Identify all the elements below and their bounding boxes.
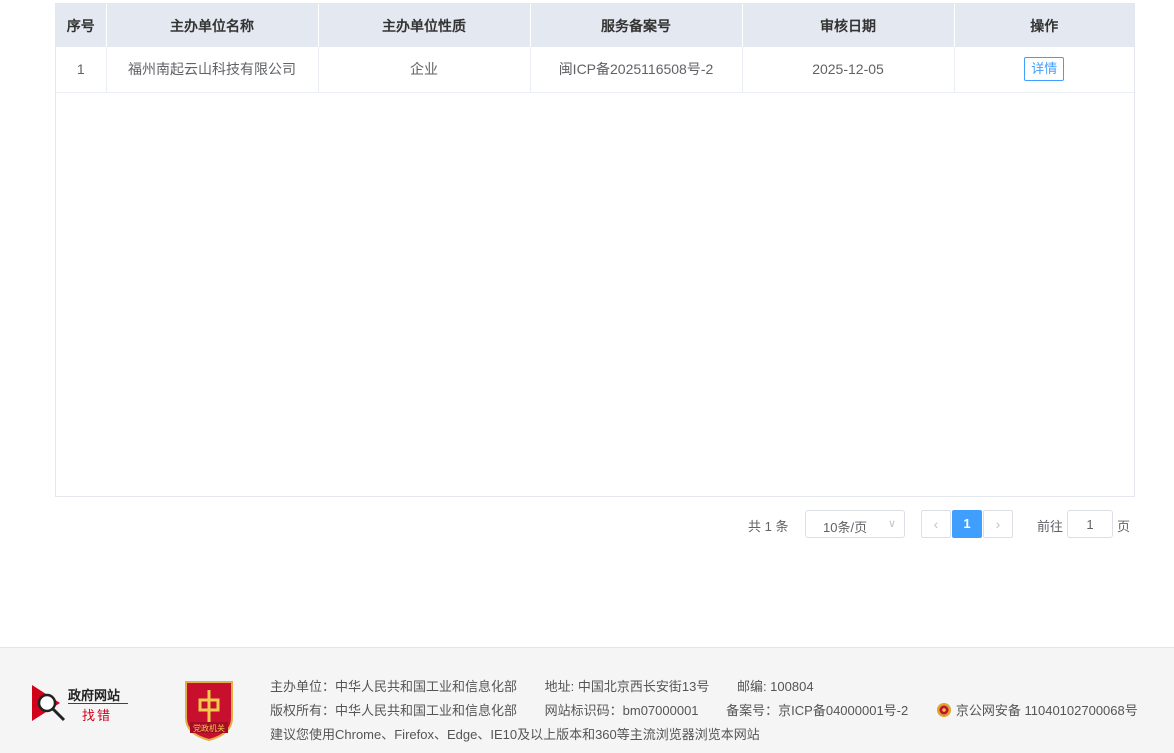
chevron-down-icon: ∨ — [887, 518, 896, 530]
goto-suffix: 页 — [1117, 519, 1131, 534]
cell-action: 详情 — [954, 47, 1134, 93]
police-badge-icon — [936, 703, 951, 717]
page-1-button[interactable]: 1 — [952, 510, 982, 538]
col-header-name: 主办单位名称 — [106, 4, 319, 47]
page-size-value: 10条/页 — [823, 520, 868, 535]
col-header-action: 操作 — [954, 4, 1134, 47]
footer-police-record[interactable]: 京公网安备 11040102700068号 — [936, 703, 1162, 718]
footer-line-1: 主办单位：中华人民共和国工业和信息化部 地址: 中国北京西长安街13号 邮编: … — [270, 676, 838, 695]
table-header-row: 序号 主办单位名称 主办单位性质 服务备案号 审核日期 操作 — [56, 4, 1134, 47]
filing-table-grid: 序号 主办单位名称 主办单位性质 服务备案号 审核日期 操作 1 福州南起云山科… — [56, 4, 1134, 93]
col-header-record-no: 服务备案号 — [530, 4, 743, 47]
emblem-icon: 党政机关 — [185, 681, 233, 742]
gov-logo-subtitle: 找错 — [82, 708, 113, 723]
pagination-total: 共 1 条 — [748, 519, 789, 534]
chevron-right-icon: › — [995, 516, 1001, 532]
chevron-left-icon: ‹ — [933, 516, 939, 532]
col-header-date: 审核日期 — [742, 4, 955, 47]
party-gov-emblem[interactable]: 党政机关 — [182, 678, 236, 742]
footer-copyright: 版权所有：中华人民共和国工业和信息化部 — [270, 703, 518, 718]
cell-record-no: 闽ICP备2025116508号-2 — [530, 47, 743, 93]
detail-button[interactable]: 详情 — [1024, 57, 1065, 82]
col-header-nature: 主办单位性质 — [318, 4, 531, 47]
cell-nature: 企业 — [318, 47, 531, 93]
footer-police-text: 京公网安备 11040102700068号 — [955, 703, 1138, 718]
prev-page-button[interactable]: ‹ — [921, 510, 951, 538]
gov-logo-divider — [68, 703, 128, 704]
goto-label: 前往 — [1037, 519, 1064, 534]
footer-postcode: 邮编: 100804 — [736, 679, 814, 694]
footer-icp[interactable]: 备案号：京ICP备04000001号-2 — [726, 703, 908, 718]
pagination: 共 1 条 10条/页 ∨ ‹ 1 › 前往 页 — [0, 510, 1174, 538]
emblem-text: 党政机关 — [193, 723, 225, 733]
cell-index: 1 — [56, 47, 107, 93]
cell-name: 福州南起云山科技有限公司 — [106, 47, 319, 93]
footer-line-3: 建议您使用Chrome、Firefox、Edge、IE10及以上版本和360等主… — [270, 727, 760, 742]
page-size-select[interactable]: 10条/页 ∨ — [805, 510, 905, 538]
col-header-index: 序号 — [56, 4, 107, 47]
footer: 政府网站 找错 党政机关 主办单位：中华人民共和国工业和信息化部 地址: 中国北… — [0, 647, 1174, 753]
gov-logo-title: 政府网站 — [68, 688, 121, 703]
next-page-button[interactable]: › — [983, 510, 1013, 538]
footer-address: 地址: 中国北京西长安街13号 — [544, 679, 710, 694]
filing-table: 序号 主办单位名称 主办单位性质 服务备案号 审核日期 操作 1 福州南起云山科… — [55, 3, 1135, 497]
table-row: 1 福州南起云山科技有限公司 企业 闽ICP备2025116508号-2 202… — [56, 47, 1134, 93]
goto-page-input[interactable] — [1067, 510, 1113, 538]
footer-site-id: 网站标识码：bm07000001 — [544, 703, 699, 718]
footer-line-2: 版权所有：中华人民共和国工业和信息化部 网站标识码：bm07000001 备案号… — [270, 700, 1162, 719]
magnifier-icon — [32, 685, 66, 722]
footer-organizer: 主办单位：中华人民共和国工业和信息化部 — [270, 679, 518, 694]
cell-date: 2025-12-05 — [742, 47, 955, 93]
gov-error-report-logo[interactable]: 政府网站 找错 — [30, 681, 130, 725]
